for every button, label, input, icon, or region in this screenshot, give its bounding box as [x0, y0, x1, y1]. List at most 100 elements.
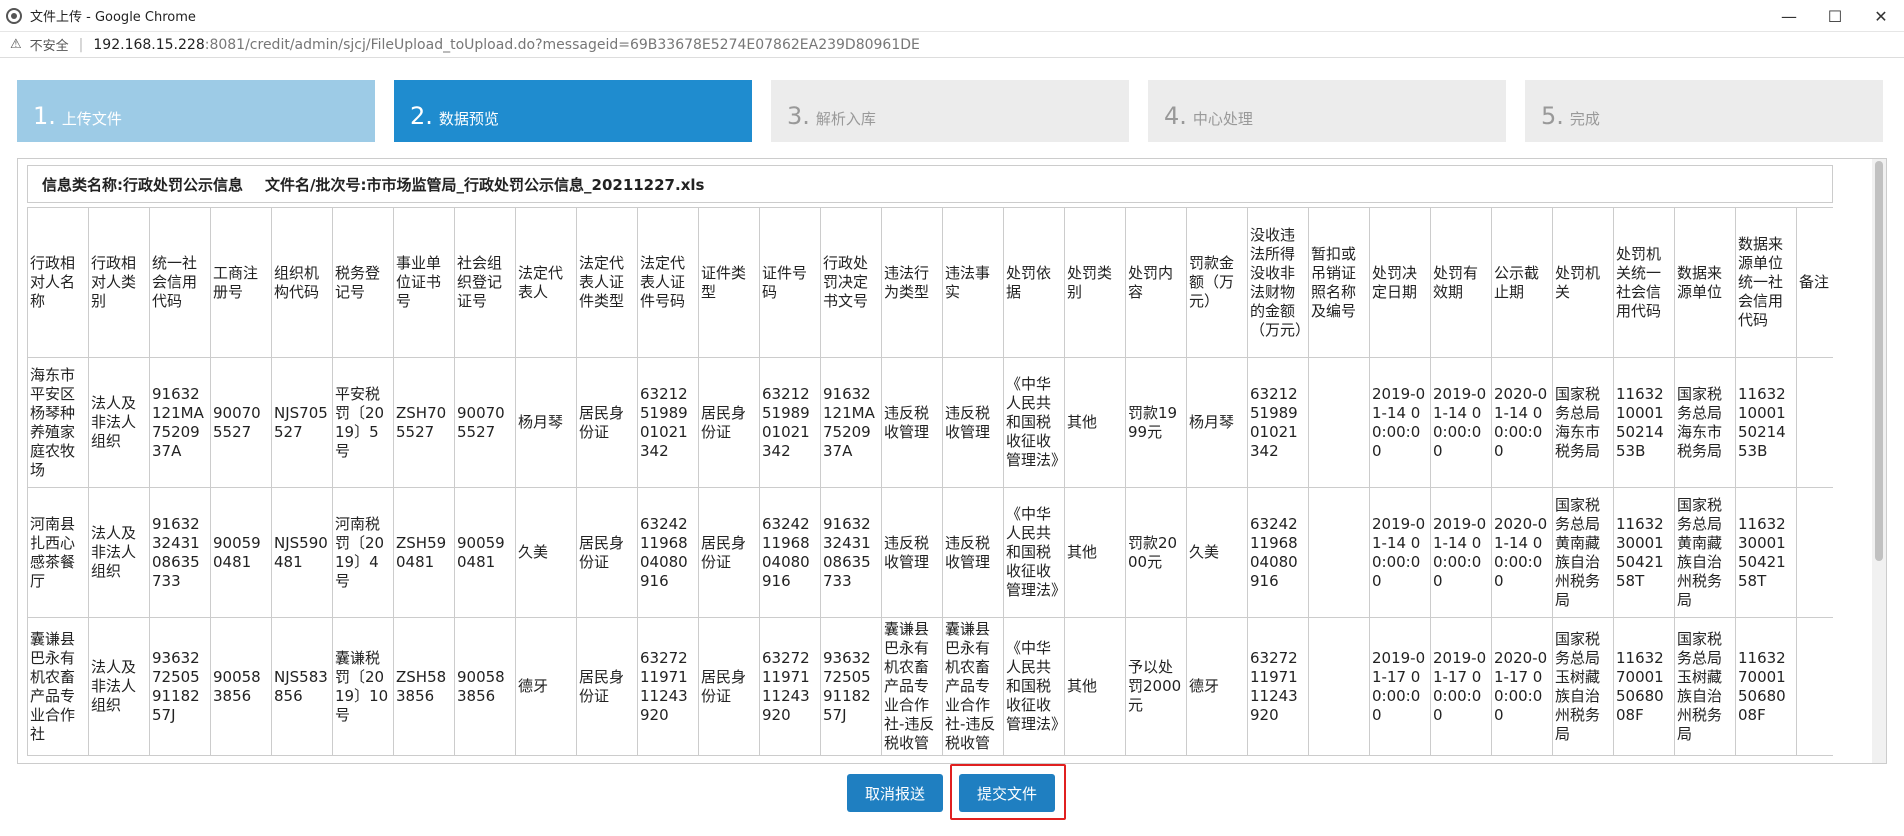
table-cell: 居民身份证 [576, 357, 638, 488]
url-path[interactable]: :8081/credit/admin/sjcj/FileUpload_toUpl… [205, 37, 920, 53]
column-header: 处罚机关统一社会信用代码 [1613, 207, 1675, 358]
file-info-bar: 信息类名称: 行政处罚公示信息 文件名/批次号: 市市场监管局_行政处罚公示信息… [27, 165, 1833, 203]
address-bar[interactable]: ⚠ 不安全 | 192.168.15.228:8081/credit/admin… [0, 32, 1904, 58]
step-finish: 5. 完成 [1525, 80, 1883, 142]
category-label: 信息类名称: [42, 175, 123, 194]
table-cell: 632721197111243920 [637, 617, 699, 756]
table-cell: 632421196804080916 [759, 487, 821, 618]
scrollbar-thumb[interactable] [1875, 161, 1883, 561]
column-header: 社会组织登记证号 [454, 207, 516, 358]
table-cell [1308, 617, 1370, 756]
column-header: 组织机构代码 [271, 207, 333, 358]
column-header: 违法事实 [942, 207, 1004, 358]
table-cell: 632421196804080916 [637, 487, 699, 618]
table-cell: 国家税务总局玉树藏族自治州税务局 [1552, 617, 1614, 756]
table-cell: 632125198901021342 [637, 357, 699, 488]
table-cell: 国家税务总局黄南藏族自治州税务局 [1552, 487, 1614, 618]
table-cell: 2019-01-17 00:00:00 [1430, 617, 1492, 756]
table-cell [1308, 487, 1370, 618]
maximize-icon[interactable]: ☐ [1812, 0, 1858, 32]
table-cell: 居民身份证 [576, 617, 638, 756]
table-cell: 其他 [1064, 357, 1126, 488]
table-cell: 93632725059118257J [820, 617, 882, 756]
step-label: 完成 [1569, 110, 1600, 128]
warning-icon[interactable]: ⚠ [10, 37, 22, 52]
category-value: 行政处罚公示信息 [123, 175, 244, 194]
table-cell: 2019-01-14 00:00:00 [1430, 487, 1492, 618]
table-cell: 900705527 [454, 357, 516, 488]
table-cell: 2019-01-14 00:00:00 [1369, 487, 1431, 618]
address-separator: | [78, 36, 84, 53]
table-cell: 11632100015021453B [1735, 357, 1797, 488]
table-cell: 国家税务总局玉树藏族自治州税务局 [1674, 617, 1736, 756]
column-header: 证件类型 [698, 207, 760, 358]
table-cell: NJS583856 [271, 617, 333, 756]
table-row[interactable]: 海东市平安区杨琴种养殖家庭农牧场 法人及非法人组织 91632121MA752093… [27, 357, 1833, 488]
table-row[interactable]: 河南县扎西心感茶餐厅 法人及非法人组织 916323243108635733 9005… [27, 487, 1833, 618]
column-header: 行政相对人类别 [88, 207, 150, 358]
table-cell: 11632700015068008F [1613, 617, 1675, 756]
cancel-submission-button[interactable]: 取消报送 [847, 774, 943, 812]
column-header: 违法行为类型 [881, 207, 943, 358]
table-cell: 11632300015042158T [1735, 487, 1797, 618]
minimize-icon[interactable]: — [1766, 0, 1812, 32]
table-cell: ZSH583856 [393, 617, 455, 756]
table-cell: 其他 [1064, 617, 1126, 756]
step-preview: 2. 数据预览 [394, 80, 752, 142]
chrome-icon [6, 7, 22, 24]
insecure-label[interactable]: 不安全 [30, 35, 69, 54]
file-label: 文件名/批次号: [265, 175, 367, 194]
column-header: 没收违法所得没收非法财物的金额（万元） [1247, 207, 1310, 358]
table-cell: 《中华人民共和国税收征收管理法》 [1003, 357, 1066, 488]
table-cell: 罚款1999元 [1125, 357, 1187, 488]
table-cell: 632721197111243920 [1247, 617, 1309, 756]
step-label: 中心处理 [1192, 110, 1253, 128]
step-center: 4. 中心处理 [1148, 80, 1506, 142]
table-cell [1796, 617, 1833, 756]
table-cell: 91632121MA7520937A [820, 357, 882, 488]
column-header: 处罚决定日期 [1369, 207, 1431, 358]
table-cell: 予以处罚2000元 [1125, 617, 1187, 756]
column-header: 工商注册号 [210, 207, 272, 358]
table-cell: 900583856 [210, 617, 272, 756]
table-cell: 久美 [515, 487, 577, 618]
data-table-container[interactable]: 行政相对人名称 行政相对人类别 统一社会信用代码 工商注册号 组织机构代码 税务登记号 事业… [27, 207, 1833, 763]
column-header: 事业单位证书号 [393, 207, 455, 358]
table-cell [1796, 487, 1833, 618]
wizard-steps: 1. 上传文件 2. 数据预览 3. 解析入库 4. 中心处理 5. 完成 [17, 80, 1887, 142]
step-number: 5. [1541, 102, 1564, 130]
close-icon[interactable]: ✕ [1858, 0, 1904, 32]
data-table: 行政相对人名称 行政相对人类别 统一社会信用代码 工商注册号 组织机构代码 税务登记号 事业… [27, 207, 1833, 756]
vertical-scrollbar[interactable] [1872, 159, 1886, 763]
column-header: 法定代表人证件类型 [576, 207, 638, 358]
table-cell: 其他 [1064, 487, 1126, 618]
preview-panel: 信息类名称: 行政处罚公示信息 文件名/批次号: 市市场监管局_行政处罚公示信息… [17, 158, 1887, 764]
table-cell: 居民身份证 [698, 617, 760, 756]
table-cell: 德牙 [515, 617, 577, 756]
table-cell: 2020-01-14 00:00:00 [1491, 357, 1553, 488]
table-cell: 违反税收管理 [942, 357, 1004, 488]
column-header: 数据来源单位统一社会信用代码 [1735, 207, 1797, 358]
table-cell: 900590481 [454, 487, 516, 618]
table-cell: 河南县扎西心感茶餐厅 [27, 487, 89, 618]
column-header: 处罚有效期 [1430, 207, 1492, 358]
table-cell: 国家税务总局黄南藏族自治州税务局 [1674, 487, 1736, 618]
url-host[interactable]: 192.168.15.228 [93, 37, 204, 53]
table-cell: 囊谦县巴永有机农畜产品专业合作社 [27, 617, 89, 756]
table-cell: 632125198901021342 [759, 357, 821, 488]
table-cell: 2020-01-17 00:00:00 [1491, 617, 1553, 756]
step-number: 3. [787, 102, 810, 130]
table-cell: NJS705527 [271, 357, 333, 488]
table-cell: 居民身份证 [698, 357, 760, 488]
column-header: 统一社会信用代码 [149, 207, 211, 358]
table-cell: 2020-01-14 00:00:00 [1491, 487, 1553, 618]
table-cell: 国家税务总局海东市税务局 [1674, 357, 1736, 488]
table-cell: 居民身份证 [698, 487, 760, 618]
table-header-row: 行政相对人名称 行政相对人类别 统一社会信用代码 工商注册号 组织机构代码 税务登记号 事业… [27, 207, 1833, 358]
column-header: 证件号码 [759, 207, 821, 358]
table-cell [1308, 357, 1370, 488]
table-cell: 91632121MA7520937A [149, 357, 211, 488]
table-cell: 杨月琴 [1186, 357, 1248, 488]
table-row[interactable]: 囊谦县巴永有机农畜产品专业合作社 法人及非法人组织 9363272505911825… [27, 617, 1833, 756]
step-number: 4. [1164, 102, 1187, 130]
